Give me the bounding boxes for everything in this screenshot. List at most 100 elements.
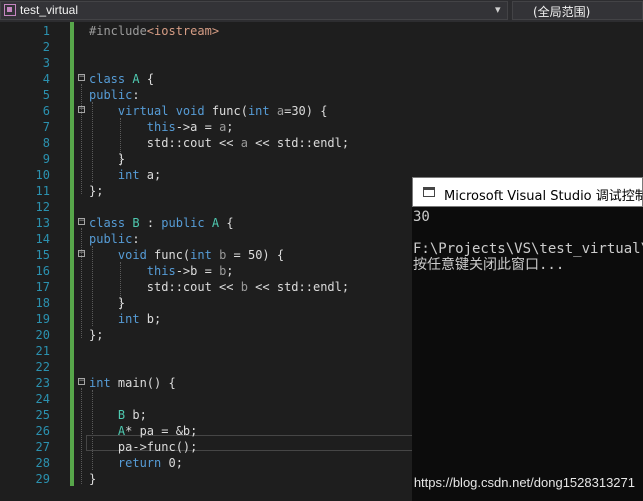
code-token: =30) { xyxy=(284,104,328,118)
line-number: 15 xyxy=(35,248,50,262)
code-token: A xyxy=(211,216,220,230)
code-line[interactable]: }; xyxy=(89,327,103,343)
code-token: = 50) { xyxy=(226,248,285,262)
code-token: class xyxy=(89,72,133,86)
code-token: A xyxy=(89,424,126,438)
code-token: }; xyxy=(89,184,104,198)
code-token: virtual xyxy=(89,104,176,118)
code-line[interactable]: B b; xyxy=(89,407,147,423)
line-number: 24 xyxy=(35,392,50,406)
change-tracking-bar xyxy=(70,22,74,486)
code-line[interactable]: class B : public A { xyxy=(89,215,234,231)
file-scope-dropdown[interactable]: test_virtual ▾ xyxy=(0,1,508,20)
code-token: this xyxy=(89,264,176,278)
debug-console-window[interactable]: Microsoft Visual Studio 调试控制台 30 F:\Proj… xyxy=(412,177,643,501)
fold-toggle-main[interactable]: − xyxy=(78,377,85,386)
line-number: 4 xyxy=(42,72,50,86)
line-number: 5 xyxy=(42,88,50,102)
line-number: 14 xyxy=(35,232,50,246)
line-number: 21 xyxy=(35,344,50,358)
code-line[interactable]: #include<iostream> xyxy=(89,23,219,39)
fold-toggle-class-b[interactable]: − xyxy=(78,217,85,226)
code-line[interactable]: int b; xyxy=(89,311,161,327)
line-number: 1 xyxy=(42,24,50,38)
code-token: : xyxy=(139,216,162,230)
console-output-line: 30 xyxy=(413,209,430,225)
line-number: 23 xyxy=(35,376,50,390)
line-number: 13 xyxy=(35,216,50,230)
code-token: std::cout << xyxy=(89,136,241,150)
console-output-line: F:\Projects\VS\test_virtual\D xyxy=(413,241,643,257)
code-token: int xyxy=(190,248,220,262)
line-number: 25 xyxy=(35,408,50,422)
line-number: 28 xyxy=(35,456,50,470)
code-token: }; xyxy=(89,328,104,342)
code-line[interactable]: void func(int b = 50) { xyxy=(89,247,284,263)
code-token: ; xyxy=(226,264,234,278)
chevron-down-icon[interactable]: ▾ xyxy=(495,3,501,16)
code-token: <iostream> xyxy=(146,24,220,38)
line-number: 12 xyxy=(35,200,50,214)
scope-label: (全局范围) xyxy=(533,5,591,19)
code-token: a xyxy=(240,136,248,150)
line-number: 7 xyxy=(42,120,50,134)
navigation-bar: test_virtual ▾ (全局范围) xyxy=(0,0,643,23)
code-token: * pa = &b; xyxy=(125,424,198,438)
code-token: a xyxy=(276,104,285,118)
code-line[interactable]: public: xyxy=(89,87,140,103)
code-line[interactable]: return 0; xyxy=(89,455,183,471)
code-line[interactable]: pa->func(); xyxy=(89,439,197,455)
line-number: 18 xyxy=(35,296,50,310)
code-line[interactable]: this->a = a; xyxy=(89,119,234,135)
line-number: 17 xyxy=(35,280,50,294)
code-token: main() { xyxy=(117,376,176,390)
console-titlebar[interactable]: Microsoft Visual Studio 调试控制台 xyxy=(412,177,643,207)
line-number: 3 xyxy=(42,56,50,70)
code-token: << std::endl; xyxy=(247,136,350,150)
code-line[interactable]: class A { xyxy=(89,71,154,87)
code-token: void xyxy=(175,104,212,118)
code-token: A xyxy=(132,72,140,86)
code-token: b; xyxy=(146,312,162,326)
code-line[interactable]: std::cout << a << std::endl; xyxy=(89,135,349,151)
code-token: } xyxy=(89,472,97,486)
line-number: 20 xyxy=(35,328,50,342)
console-output-line: 按任意键关闭此窗口... xyxy=(413,257,565,273)
fold-guide xyxy=(81,228,82,338)
code-token: ->b = xyxy=(175,264,220,278)
code-line[interactable]: A* pa = &b; xyxy=(89,423,197,439)
line-number: 26 xyxy=(35,424,50,438)
code-line[interactable]: virtual void func(int a=30) { xyxy=(89,103,328,119)
line-number: 11 xyxy=(35,184,50,198)
code-token: int xyxy=(89,376,118,390)
code-token: b; xyxy=(125,408,147,422)
code-token: std::cout << xyxy=(89,280,241,294)
line-number: 19 xyxy=(35,312,50,326)
global-scope-dropdown[interactable]: (全局范围) xyxy=(512,1,643,20)
code-token: class xyxy=(89,216,133,230)
line-number: 16 xyxy=(35,264,50,278)
code-line[interactable]: } xyxy=(89,151,125,167)
code-line[interactable]: std::cout << b << std::endl; xyxy=(89,279,349,295)
fold-guide xyxy=(81,388,82,484)
code-token: : xyxy=(132,232,140,246)
code-line[interactable]: int main() { xyxy=(89,375,176,391)
code-line[interactable]: this->b = b; xyxy=(89,263,234,279)
code-token: a; xyxy=(146,168,162,182)
code-token: b xyxy=(240,280,248,294)
code-token: B xyxy=(132,216,140,230)
code-token: } xyxy=(89,152,126,166)
code-token: public xyxy=(89,232,133,246)
code-token: B xyxy=(89,408,126,422)
fold-toggle-class-a[interactable]: − xyxy=(78,73,85,82)
code-line[interactable]: } xyxy=(89,471,96,487)
code-token: int xyxy=(247,104,277,118)
code-line[interactable]: int a; xyxy=(89,167,161,183)
code-line[interactable]: } xyxy=(89,295,125,311)
code-token: int xyxy=(89,312,147,326)
code-line[interactable]: }; xyxy=(89,183,103,199)
code-token: ; xyxy=(226,120,234,134)
line-number: 10 xyxy=(35,168,50,182)
code-token: public xyxy=(161,216,212,230)
code-line[interactable]: public: xyxy=(89,231,140,247)
